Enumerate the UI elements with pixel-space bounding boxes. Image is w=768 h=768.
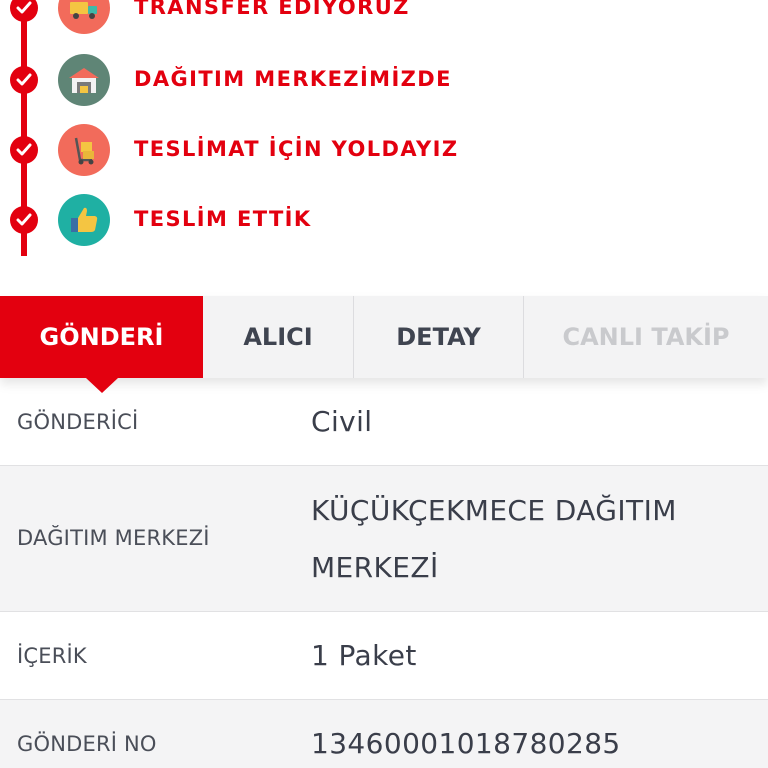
truck-icon bbox=[58, 0, 110, 34]
detail-value: 1 Paket bbox=[311, 639, 417, 672]
tab-shipment[interactable]: GÖNDERİ bbox=[0, 296, 203, 378]
active-tab-pointer bbox=[86, 378, 118, 393]
detail-label: DAĞITIM MERKEZİ bbox=[17, 526, 210, 550]
tab-recipient[interactable]: ALICI bbox=[203, 296, 354, 378]
timeline-step-transfer: TRANSFER EDİYORUZ bbox=[0, 0, 768, 36]
check-icon bbox=[10, 206, 38, 234]
warehouse-icon bbox=[58, 54, 110, 106]
detail-value[interactable]: 13460001018780285 bbox=[311, 715, 751, 768]
detail-label: İÇERİK bbox=[17, 644, 87, 668]
detail-value: Civil bbox=[311, 405, 373, 438]
step-label: TRANSFER EDİYORUZ bbox=[134, 0, 410, 19]
tab-detail[interactable]: DETAY bbox=[354, 296, 524, 378]
check-icon bbox=[10, 136, 38, 164]
shipment-tabs: GÖNDERİ ALICI DETAY CANLI TAKİP bbox=[0, 296, 768, 378]
timeline-step-distribution-center: DAĞITIM MERKEZİMİZDE bbox=[0, 48, 768, 108]
detail-label: GÖNDERİCİ bbox=[17, 410, 139, 434]
shipment-tracking-page: TRANSFER EDİYORUZ DAĞITIM MERKEZİMİZDE T… bbox=[0, 0, 768, 768]
tab-live-tracking[interactable]: CANLI TAKİP bbox=[524, 296, 768, 378]
hand-truck-icon bbox=[58, 124, 110, 176]
thumbs-up-icon bbox=[58, 194, 110, 246]
step-label: TESLİM ETTİK bbox=[134, 207, 312, 231]
detail-value: KÜÇÜKÇEKMECE DAĞITIM MERKEZİ bbox=[311, 494, 677, 584]
check-icon bbox=[10, 0, 38, 22]
step-label: TESLİMAT İÇİN YOLDAYIZ bbox=[134, 137, 459, 161]
check-icon bbox=[10, 66, 38, 94]
step-label: DAĞITIM MERKEZİMİZDE bbox=[134, 67, 452, 91]
detail-row-content: İÇERİK 1 Paket bbox=[0, 612, 768, 700]
detail-row-distribution-center: DAĞITIM MERKEZİ KÜÇÜKÇEKMECE DAĞITIM MER… bbox=[0, 466, 768, 612]
detail-row-shipment-number: GÖNDERİ NO 13460001018780285 bbox=[0, 700, 768, 768]
timeline-step-delivered: TESLİM ETTİK bbox=[0, 188, 768, 248]
tracking-timeline: TRANSFER EDİYORUZ DAĞITIM MERKEZİMİZDE T… bbox=[0, 0, 768, 296]
timeline-step-out-for-delivery: TESLİMAT İÇİN YOLDAYIZ bbox=[0, 118, 768, 178]
detail-label: GÖNDERİ NO bbox=[17, 732, 157, 756]
